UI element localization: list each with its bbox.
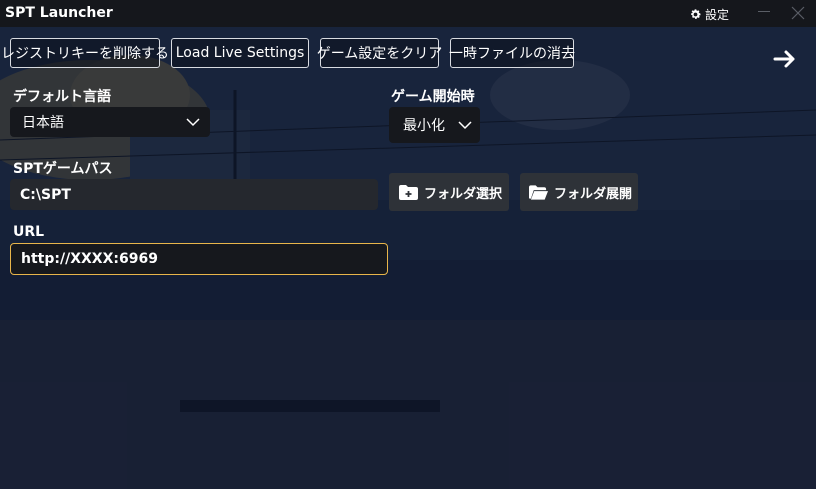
settings-button[interactable]: 設定 [689,6,729,23]
folder-add-icon [399,184,418,200]
url-label: URL [13,224,45,240]
minimize-icon[interactable] [758,11,770,12]
game-path-label: SPTゲームパス [13,161,113,177]
default-language-label: デフォルト言語 [13,89,111,105]
title-bar: SPT Launcher 設定 [0,0,816,27]
load-live-settings-button[interactable]: Load Live Settings [171,38,309,68]
clear-game-settings-button[interactable]: ゲーム設定をクリア [317,38,442,68]
chevron-down-icon [186,117,200,126]
clear-temp-files-button[interactable]: 一時ファイルの消去 [449,38,575,68]
default-language-value: 日本語 [22,115,64,131]
game-start-label: ゲーム開始時 [391,89,475,105]
window-title: SPT Launcher [5,5,113,21]
folder-open-icon [529,184,548,200]
arrow-right-icon[interactable] [773,48,797,70]
close-icon[interactable] [791,6,805,20]
game-path-input[interactable]: C:\SPT [10,179,378,210]
url-input[interactable]: http://XXXX:6969 [10,243,388,275]
game-start-select[interactable]: 最小化 [389,107,480,143]
select-folder-label: フォルダ選択 [424,186,503,202]
default-language-select[interactable]: 日本語 [10,107,210,137]
select-folder-button[interactable]: フォルダ選択 [389,173,509,211]
open-folder-label: フォルダ展開 [554,186,633,202]
open-folder-button[interactable]: フォルダ展開 [520,173,638,211]
delete-registry-button[interactable]: レジストリキーを削除する [1,38,169,68]
gear-icon [691,9,701,19]
settings-label: 設定 [705,8,730,22]
game-start-value: 最小化 [403,118,445,134]
chevron-down-icon [458,120,472,129]
